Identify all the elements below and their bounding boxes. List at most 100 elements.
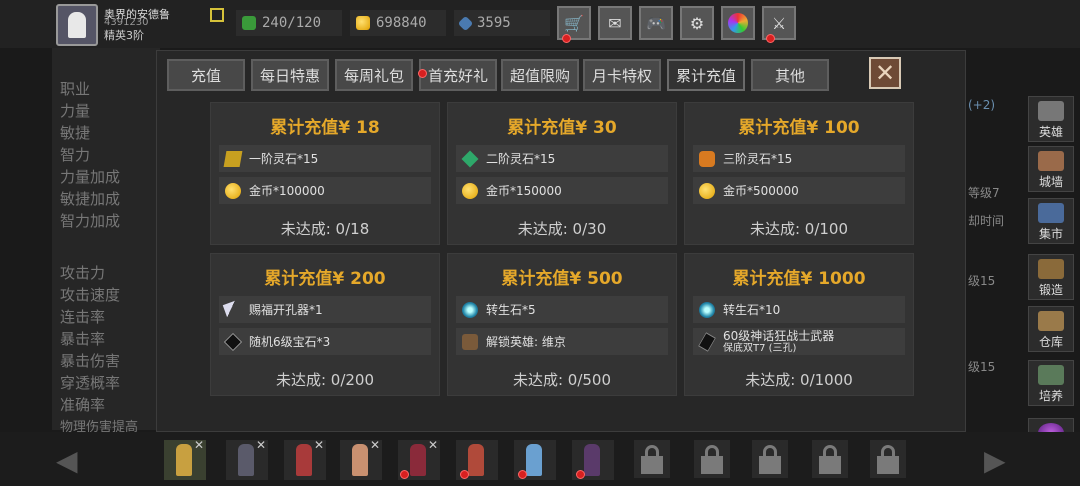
reward-status: 未达成: 0/200 [275, 371, 375, 389]
gamepad-button[interactable]: 🎮 [639, 6, 673, 40]
hero-sprite [238, 444, 254, 476]
reward-title: 累计充值¥ 200 [264, 269, 386, 289]
reward-title: 累计充值¥ 100 [738, 118, 860, 138]
remove-icon: ✕ [427, 438, 438, 452]
market-icon [1038, 203, 1064, 223]
reward-item-text: 转生石*10 [723, 303, 781, 317]
reward-title: 累计充值¥ 30 [507, 118, 617, 138]
reward-title: 累计充值¥ 18 [270, 118, 380, 138]
reward-card: 累计充值¥ 18 一阶灵石*15 金币*100000 未达成: 0/18 [210, 102, 440, 245]
reward-item: 60级神话狂战士武器 保底双T7 (三孔) [693, 328, 905, 355]
reward-item-text: 60级神话狂战士武器 [723, 328, 835, 343]
bg-plus-text: (+2) [968, 98, 996, 112]
forge-menu-button[interactable]: 锻造 [1028, 254, 1074, 300]
stat-label: 职业 [60, 80, 91, 98]
stat-label: 力量 [60, 102, 91, 120]
top-bar: 奥界的安德鲁 4391230 精英3阶 240/120 698840 3595 … [0, 0, 1080, 48]
reward-title: 累计充值¥ 500 [501, 269, 623, 289]
hero-slot[interactable]: ✕ [164, 438, 206, 480]
reward-item-text: 金币*150000 [486, 184, 562, 198]
tab-recharge[interactable]: 充值 [167, 59, 245, 91]
hero-slot[interactable]: ✕ [226, 438, 268, 480]
reward-card: 累计充值¥ 200 赐福开孔器*1 随机6级宝石*3 未达成: 0/200 [210, 253, 440, 396]
chest-icon [1038, 311, 1064, 331]
locked-slot [812, 440, 848, 478]
lock-body [641, 456, 663, 474]
sword-icon: ⚔ [771, 13, 787, 33]
tab-daily-deals[interactable]: 每日特惠 [251, 59, 329, 91]
train-icon [1038, 365, 1064, 385]
reward-item: 赐福开孔器*1 [219, 296, 431, 323]
reward-item-text: 随机6级宝石*3 [249, 335, 331, 349]
next-arrow-button[interactable]: ▶ [984, 444, 1018, 477]
mystery-gem-icon [223, 332, 243, 351]
hero-sprite [352, 444, 368, 476]
mystery-weapon-icon [698, 331, 716, 352]
reward-status: 未达成: 0/1000 [745, 371, 853, 389]
gold-coin-icon [356, 16, 370, 30]
gamepad-icon: 🎮 [646, 13, 666, 33]
lightning-icon [242, 16, 256, 30]
hero-menu-button[interactable]: 英雄 [1028, 96, 1074, 142]
reward-card: 累计充值¥ 100 三阶灵石*15 金币*500000 未达成: 0/100 [684, 102, 914, 245]
reward-item-text: 金币*100000 [249, 184, 325, 198]
prev-arrow-button[interactable]: ◀ [56, 444, 90, 477]
wall-icon [1038, 151, 1064, 171]
stats-panel: 职业 力量 敏捷 智力 力量加成 敏捷加成 智力加成 攻击力 攻击速度 连击率 … [52, 48, 160, 435]
tab-limited-offer[interactable]: 超值限购 [501, 59, 579, 91]
remove-icon: ✕ [313, 438, 324, 452]
mail-icon: ✉ [608, 13, 622, 33]
hero-sprite [410, 444, 426, 476]
reward-title: 累计充值¥ 1000 [732, 269, 866, 289]
wall-menu-label: 城墙 [1038, 175, 1063, 189]
lock-body [701, 456, 723, 474]
stat-label: 准确率 [60, 396, 106, 414]
arrow-left-icon: ◀ [56, 444, 78, 477]
close-button[interactable]: ✕ [869, 57, 901, 89]
gold-display: 698840 [350, 10, 446, 36]
edit-icon[interactable] [210, 8, 224, 22]
event-alert-badge [766, 34, 775, 43]
tab-cumulative-recharge[interactable]: 累计充值 [667, 59, 745, 91]
drill-icon [222, 299, 244, 320]
tab-weekly-pack[interactable]: 每周礼包 [335, 59, 413, 91]
tab-other[interactable]: 其他 [751, 59, 829, 91]
settings-button[interactable]: ⚙ [680, 6, 714, 40]
warehouse-menu-button[interactable]: 仓库 [1028, 306, 1074, 352]
gem-tier1-icon [223, 150, 243, 167]
gem-icon [457, 15, 474, 31]
wall-menu-button[interactable]: 城墙 [1028, 146, 1074, 192]
tab-monthly-card[interactable]: 月卡特权 [583, 59, 661, 91]
reward-item-text: 解锁英雄: 维京 [486, 335, 566, 349]
lucky-wheel-button[interactable] [721, 6, 755, 40]
hero-slot[interactable]: ✕ [340, 438, 382, 480]
gold-coin-icon [462, 182, 478, 199]
lock-body [819, 456, 841, 474]
hero-slot[interactable]: ✕ [284, 438, 326, 480]
cart-icon: 🛒 [564, 13, 584, 33]
player-avatar[interactable] [56, 4, 98, 46]
gold-coin-icon [225, 182, 241, 199]
lock-body [759, 456, 781, 474]
hero-icon [1038, 101, 1064, 121]
reward-status: 未达成: 0/100 [749, 220, 849, 238]
hero-alert-badge [460, 470, 469, 479]
stat-label: 智力 [60, 146, 91, 164]
hero-alert-badge [576, 470, 585, 479]
train-menu-button[interactable]: 培养 [1028, 360, 1074, 406]
reward-item-text: 一阶灵石*15 [249, 152, 319, 166]
hero-menu-label: 英雄 [1038, 125, 1063, 139]
market-menu-button[interactable]: 集市 [1028, 198, 1074, 244]
gear-icon: ⚙ [689, 13, 705, 33]
stat-label: 暴击率 [60, 330, 106, 348]
avatar-face [68, 12, 86, 38]
stamina-display: 240/120 [236, 10, 342, 36]
reward-item: 转生石*10 [693, 296, 905, 323]
gem-tier3-icon [699, 150, 715, 167]
tab-first-recharge[interactable]: 首充好礼 [419, 59, 497, 91]
mail-button[interactable]: ✉ [598, 6, 632, 40]
reward-item-text: 赐福开孔器*1 [249, 303, 323, 317]
stamina-value: 240/120 [262, 15, 322, 31]
remove-icon: ✕ [369, 438, 380, 452]
remove-icon: ✕ [193, 438, 204, 452]
